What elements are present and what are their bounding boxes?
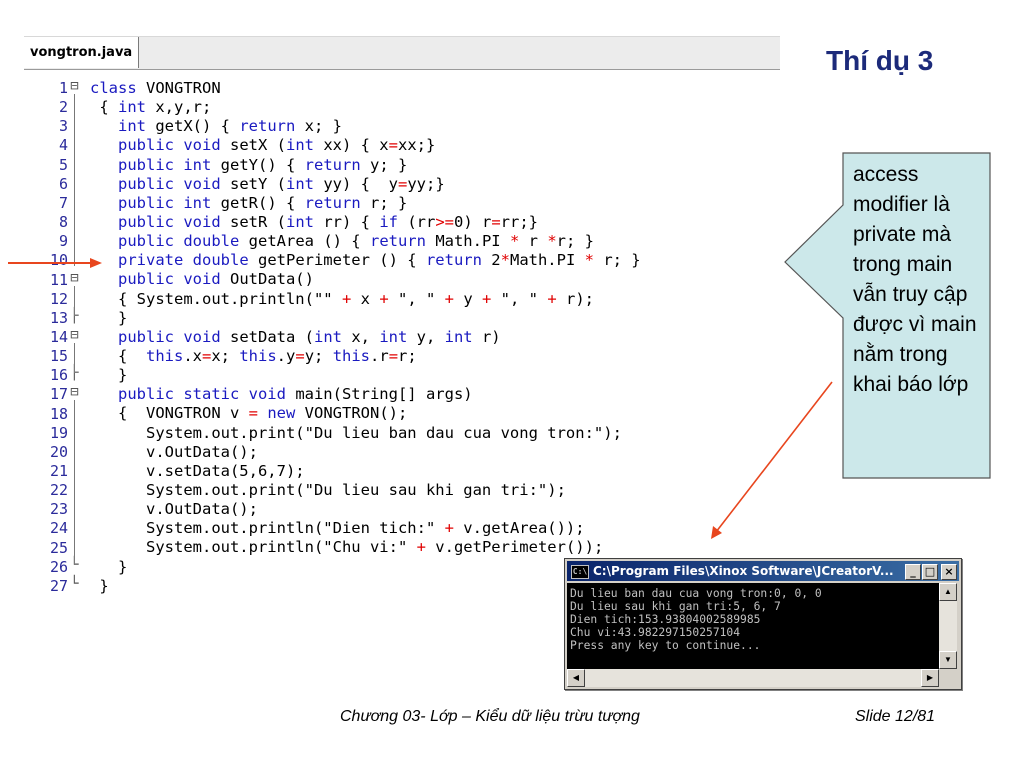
console-line: Du lieu ban dau cua vong tron:0, 0, 0 [570,587,822,600]
console-window[interactable]: C:\ C:\Program Files\Xinox Software\JCre… [564,558,962,690]
console-line: Du lieu sau khi gan tri:5, 6, 7 [570,600,781,613]
footer-slide-number: Slide 12/81 [855,708,936,725]
maximize-button[interactable]: □ [922,564,938,580]
console-line: Chu vi:43.982297150257104 [570,626,741,639]
console-line: Dien tich:153.93804002589985 [570,613,761,626]
scroll-right-arrow-icon[interactable]: ▶ [921,669,939,687]
console-output: Du lieu ban dau cua vong tron:0, 0, 0 Du … [567,583,939,669]
scroll-down-arrow-icon[interactable]: ▼ [939,651,957,669]
close-button[interactable]: × [941,564,957,580]
callout-arrow-line [715,381,833,533]
console-caption: C:\Program Files\Xinox Software\JCreator… [593,564,893,578]
footer-chapter: Chương 03- Lớp – Kiểu dữ liệu trừu tượng [340,708,640,725]
horizontal-scrollbar[interactable]: ◀ ▶ [567,669,939,687]
pointer-arrow-head-10 [90,258,102,268]
callout-arrow-head [711,526,722,539]
minimize-button[interactable]: _ [905,564,921,580]
console-line: Press any key to continue... [570,639,761,652]
scroll-left-arrow-icon[interactable]: ◀ [567,669,585,687]
callout-text: access modifier là private mà trong main… [853,163,977,396]
console-title-bar[interactable]: C:\ C:\Program Files\Xinox Software\JCre… [567,561,959,581]
vertical-scrollbar[interactable]: ▲ ▼ [939,583,957,669]
scroll-up-arrow-icon[interactable]: ▲ [939,583,957,601]
console-app-icon: C:\ [571,565,589,579]
